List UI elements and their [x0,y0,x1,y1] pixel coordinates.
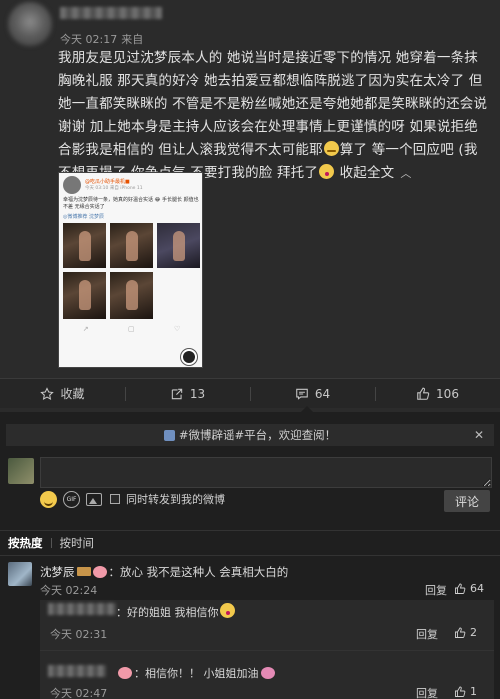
thumb-up-icon [455,627,466,638]
reply-text: ：好的姐姐 我相信你 [116,603,236,620]
reply-like-count[interactable]: 1 [470,685,477,698]
comment-sort-bar: 按热度 按时间 [0,530,500,556]
reply-item: ：相信你！！ 小姐姐加油 今天 02:47 回复 1 [40,650,494,699]
like-count[interactable]: 106 [436,387,459,401]
replier-name-blurred[interactable] [48,665,106,677]
sort-by-time[interactable]: 按时间 [60,535,95,551]
like-button[interactable]: 106 [375,379,500,408]
thumb-up-icon [455,686,466,697]
weibo-rumor-icon [163,429,175,441]
comment-like-button[interactable]: 64 [454,582,484,595]
reply-list: ：好的姐姐 我相信你 今天 02:31 回复 2 ：相信你！！ 小姐姐加油 今天… [40,600,494,699]
reply-like-button[interactable]: 1 [454,685,477,698]
comment-time: 今天 02:24 [40,584,98,597]
comment-icon [296,388,308,400]
screenshot-comment-icon: ▢ [127,325,135,333]
repost-count[interactable]: 13 [190,387,205,401]
comment-button[interactable]: 64 [250,379,375,408]
comment-content: ：放心 我不是这种人 会真相大白的 [108,565,289,579]
comment-count[interactable]: 64 [315,387,330,401]
reply-button[interactable]: 回复 [416,626,438,642]
reply-item: ：好的姐姐 我相信你 今天 02:31 回复 2 [40,600,494,650]
screenshot-photo [157,223,200,268]
reply-time: 今天 02:31 [50,628,108,641]
favorite-button[interactable]: 收藏 [0,379,125,408]
replier-name-blurred[interactable] [48,603,116,615]
emoji-picker-icon[interactable] [40,490,57,508]
post-action-bar: 收藏 13 64 106 [0,378,500,408]
screenshot-author: @吃瓜小助手最机■ [85,179,130,185]
sort-by-hot[interactable]: 按热度 [8,535,43,551]
reply-time: 今天 02:47 [50,687,108,699]
reply-like-button[interactable]: 2 [454,626,477,639]
kiss-emoji-icon [319,164,335,179]
reply-like-count[interactable]: 2 [470,626,477,639]
commenter-name[interactable]: 沈梦辰 [40,565,75,579]
commenter-avatar[interactable] [8,562,32,586]
thumb-up-icon [455,583,466,594]
comment-text: 沈梦辰 ：放心 我不是这种人 会真相大白的 [40,564,288,580]
pig-emoji-icon [92,566,107,578]
close-icon[interactable]: ✕ [474,428,484,442]
screenshot-photo [63,272,106,319]
author-name-blurred[interactable] [60,7,162,19]
collapse-text-link[interactable]: 收起全文 ︿ [340,165,412,181]
repost-button[interactable]: 13 [125,379,250,408]
star-icon [40,386,55,400]
sort-divider [50,538,52,548]
screenshot-like-icon: ♡ [174,325,181,333]
bow-emoji-icon [260,667,275,679]
thumb-up-icon [417,387,430,400]
post-text: 我朋友是见过沈梦辰本人的 她说当时是接近零下的情况 她穿着一条抹胸晚礼服 那天真… [58,47,490,185]
comment-input[interactable] [40,457,492,488]
post-meta: 今天 02:17 来自 [60,31,143,47]
screenshot-text: 幸福为沈梦辰待一条，她真的好温合实话 😂 手长腿长 颜值也不差 无缘合实话了 [63,197,199,210]
reply-text: ：相信你！！ 小姐姐加油 [116,665,277,681]
pig-emoji-icon [118,667,132,679]
screenshot-action-icons: ↗ ▢ ♡ [63,325,200,333]
reply-button[interactable]: 回复 [416,685,438,699]
sweat-emoji-icon [323,141,339,156]
weibo-post: 今天 02:17 来自 我朋友是见过沈梦辰本人的 她说当时是接近零下的情况 她穿着… [0,0,500,378]
screenshot-photo-grid [63,223,200,319]
reply-button[interactable]: 回复 [425,582,447,598]
comments-panel: #微博辟谣#平台，欢迎查阅！ ✕ GIF 同时转发到我的微博 评论 按热度 按时… [0,412,500,699]
post-time: 今天 02:17 [60,33,118,46]
screenshot-avatar [63,176,81,194]
comment-tools: GIF 同时转发到我的微博 [40,490,225,508]
author-avatar-blurred[interactable] [8,2,52,46]
screenshot-photo [110,272,153,319]
screenshot-photo [110,223,153,268]
forward-label[interactable]: 同时转发到我的微博 [126,491,225,507]
comment-like-count[interactable]: 64 [470,582,484,595]
touch-cursor-icon [181,349,197,365]
collapse-label[interactable]: 收起全文 [340,165,395,181]
post-image-screenshot[interactable]: @吃瓜小助手最机■ 今天 03:10 来自 iPhone 11 幸福为沈梦辰待一… [58,172,203,368]
screenshot-photo [63,223,106,268]
forward-checkbox[interactable] [110,494,120,504]
my-avatar [8,458,34,484]
image-upload-icon[interactable] [86,492,102,506]
kiss-emoji-icon [219,603,235,618]
submit-comment-button[interactable]: 评论 [444,490,490,512]
reply-content: ：好的姐姐 我相信你 [116,606,219,619]
repost-icon [171,388,183,399]
notice-text[interactable]: #微博辟谣#平台，欢迎查阅！ [179,427,336,443]
favorite-label[interactable]: 收藏 [60,385,84,402]
screenshot-time: 今天 03:10 来自 iPhone 11 [85,186,143,191]
rumor-notice-bar[interactable]: #微博辟谣#平台，欢迎查阅！ ✕ [6,424,494,446]
screenshot-repost-icon: ↗ [82,325,89,333]
post-source: 来自 [121,33,144,46]
chevron-up-icon[interactable]: ︿ [400,162,411,185]
gif-icon[interactable]: GIF [63,490,80,508]
member-badge-icon [76,567,91,576]
reply-content: ：相信你！！ 小姐姐加油 [134,667,259,680]
screenshot-tag: ◎微博推荐 沈梦辰 [63,214,104,220]
